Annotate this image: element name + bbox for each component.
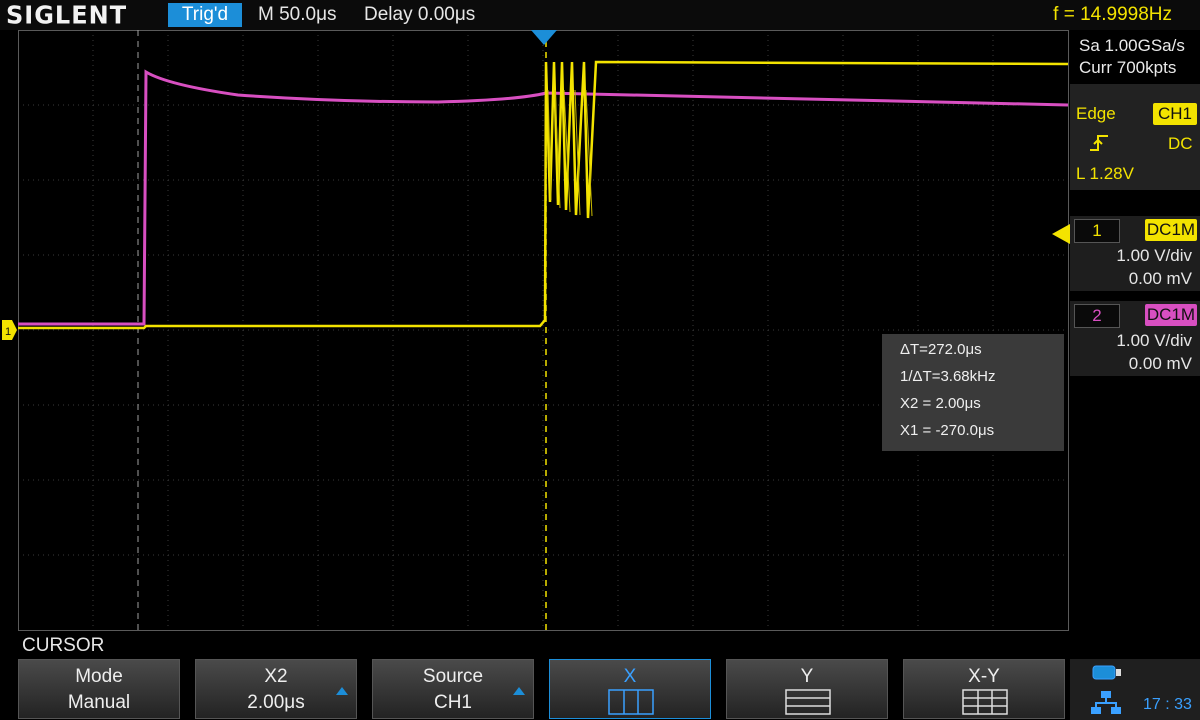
trigger-status-badge[interactable]: Trig'd: [168, 3, 242, 27]
x1-readout: X1 = -270.0μs: [900, 422, 995, 439]
svg-text:1: 1: [5, 326, 11, 338]
softkey-value: 2.00μs: [247, 692, 305, 713]
softkey-x2[interactable]: X2 2.00μs: [195, 659, 357, 719]
softkey-source[interactable]: Source CH1: [372, 659, 534, 719]
ch1-number: 1: [1074, 219, 1120, 243]
inverse-delta-t-readout: 1/ΔT=3.68kHz: [900, 368, 996, 385]
acquisition-info: Sa 1.00GSa/s Curr 700kpts: [1079, 35, 1185, 79]
cursor-y-icon: [785, 689, 831, 715]
softkey-xy[interactable]: X-Y: [903, 659, 1065, 719]
frequency-counter: f = 14.9998Hz: [1053, 4, 1172, 25]
softkey-x[interactable]: X: [549, 659, 711, 719]
ch1-ground-marker[interactable]: 1: [2, 320, 18, 340]
adjust-arrow-icon: [513, 687, 525, 695]
ch2-offset: 0.00 mV: [1128, 354, 1192, 373]
ch1-scale: 1.00 V/div: [1116, 246, 1192, 265]
cursor-xy-icon: [962, 689, 1008, 715]
battery-icon: [1092, 665, 1121, 680]
softkey-label: Mode: [75, 666, 123, 687]
waveform-display[interactable]: [18, 30, 1070, 632]
ch1-coupling: DC1M: [1145, 219, 1197, 241]
softkey-value: Manual: [67, 692, 131, 713]
ch2-scale: 1.00 V/div: [1116, 331, 1192, 350]
delta-t-readout: ΔT=272.0μs: [900, 341, 982, 358]
cursor-x-icon: [608, 689, 654, 715]
trigger-source: CH1: [1153, 103, 1197, 125]
brand-logo: SIGLENT: [6, 0, 128, 30]
softkey-label: Y: [800, 666, 814, 687]
rising-edge-icon: [1090, 135, 1108, 151]
softkey-value: CH1: [433, 692, 472, 713]
sample-rate: Sa 1.00GSa/s: [1079, 36, 1185, 55]
clock-readout: 17 : 33: [1143, 696, 1192, 713]
x2-readout: X2 = 2.00μs: [900, 395, 981, 412]
timebase-readout[interactable]: M 50.0μs: [258, 3, 337, 27]
menu-title: CURSOR: [22, 635, 105, 656]
memory-depth: Curr 700kpts: [1079, 58, 1177, 77]
ch2-number: 2: [1074, 304, 1120, 328]
ch2-coupling: DC1M: [1145, 304, 1197, 326]
softkey-label: X-Y: [968, 666, 1000, 687]
trigger-position-marker[interactable]: [531, 30, 557, 46]
softkey-label: Source: [422, 666, 484, 687]
trigger-coupling: DC: [1168, 134, 1193, 153]
softkey-mode[interactable]: Mode Manual: [18, 659, 180, 719]
trigger-level: L 1.28V: [1076, 164, 1134, 183]
delay-readout[interactable]: Delay 0.00μs: [364, 3, 475, 27]
softkey-y[interactable]: Y: [726, 659, 888, 719]
softkey-label: X: [623, 666, 637, 687]
trigger-type: Edge: [1076, 104, 1116, 123]
network-icon: [1091, 691, 1121, 714]
adjust-arrow-icon: [336, 687, 348, 695]
ch1-offset: 0.00 mV: [1128, 269, 1192, 288]
trigger-level-marker[interactable]: [1052, 224, 1070, 244]
softkey-label: X2: [264, 666, 288, 687]
